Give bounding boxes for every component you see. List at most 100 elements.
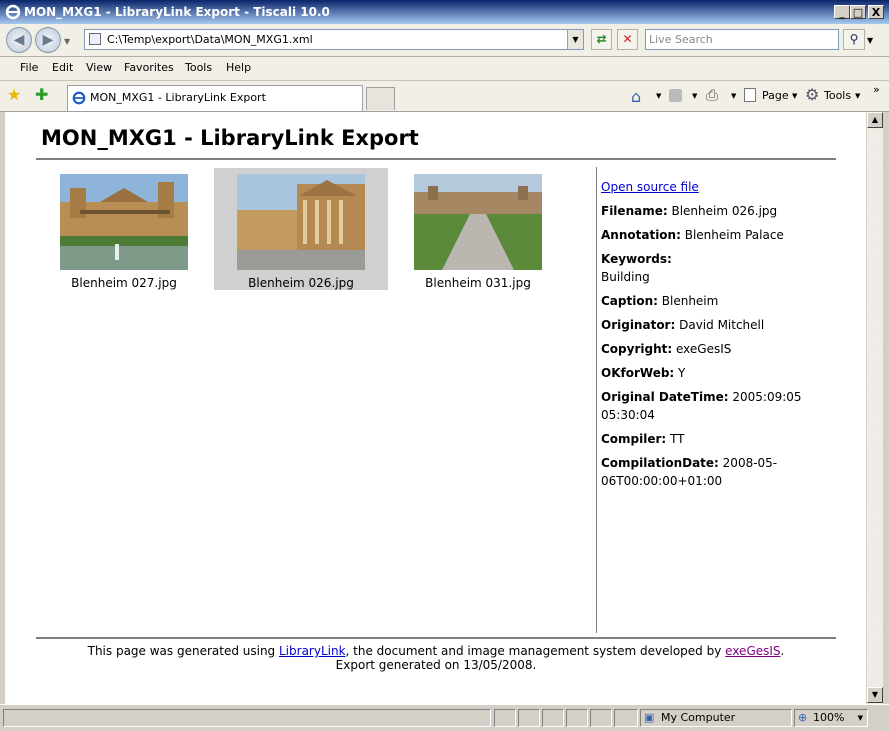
- close-window-button[interactable]: X: [868, 5, 884, 19]
- vertical-scrollbar[interactable]: ▲ ▼: [866, 112, 883, 704]
- menu-edit[interactable]: Edit: [52, 61, 73, 74]
- blenheim-031-image[interactable]: [414, 174, 542, 270]
- status-bar: ▣ My Computer ⊕ 100% ▼: [0, 704, 889, 731]
- okforweb-label: OKforWeb:: [601, 366, 675, 380]
- page-menu-button[interactable]: Page: [762, 89, 789, 102]
- exegesis-link[interactable]: exeGesIS: [725, 644, 780, 658]
- minimize-button[interactable]: _: [834, 5, 850, 19]
- stop-button[interactable]: ✕: [617, 29, 638, 50]
- print-icon[interactable]: ⎙: [706, 86, 718, 104]
- footer-text-before: This page was generated using: [87, 644, 279, 658]
- blenheim-026-image[interactable]: [237, 174, 365, 270]
- search-button[interactable]: ⚲: [843, 29, 865, 50]
- scroll-down-icon[interactable]: ▼: [867, 687, 883, 703]
- menu-bar: File Edit View Favorites Tools Help: [0, 57, 889, 81]
- zoom-icon: ⊕: [798, 711, 808, 724]
- tab-title: MON_MXG1 - LibraryLink Export: [90, 91, 266, 104]
- status-cell: [518, 709, 540, 727]
- forward-button[interactable]: ▶: [35, 27, 61, 53]
- page-dropdown-icon[interactable]: ▼: [792, 92, 797, 100]
- page-footer: This page was generated using LibraryLin…: [36, 644, 836, 672]
- address-url: C:\Temp\export\Data\MON_MXG1.xml: [107, 33, 313, 46]
- search-options-icon[interactable]: ▼: [867, 36, 873, 45]
- gear-icon: ⚙: [805, 85, 820, 104]
- librarylink-link[interactable]: LibraryLink: [279, 644, 346, 658]
- thumbnail-item-selected[interactable]: Blenheim 026.jpg: [214, 168, 388, 290]
- originator-label: Originator:: [601, 318, 676, 332]
- filename-label: Filename:: [601, 204, 668, 218]
- page-content: MON_MXG1 - LibraryLink Export Blenheim 0…: [5, 112, 866, 704]
- menu-file[interactable]: File: [20, 61, 38, 74]
- new-tab-button[interactable]: [366, 87, 395, 110]
- address-dropdown-icon[interactable]: ▼: [567, 30, 583, 49]
- status-cell: [614, 709, 638, 727]
- menu-view[interactable]: View: [86, 61, 112, 74]
- annotation-label: Annotation:: [601, 228, 681, 242]
- feeds-dropdown-icon[interactable]: ▼: [692, 92, 697, 100]
- datetime-label: Original DateTime:: [601, 390, 729, 404]
- details-panel: Open source file Filename: Blenheim 026.…: [601, 178, 851, 496]
- feeds-icon[interactable]: [669, 89, 682, 102]
- refresh-icon: ⇄: [596, 32, 607, 46]
- scroll-track[interactable]: [867, 129, 883, 687]
- tab-current[interactable]: MON_MXG1 - LibraryLink Export: [67, 85, 363, 111]
- caption-label: Caption:: [601, 294, 658, 308]
- menu-tools[interactable]: Tools: [185, 61, 212, 74]
- export-date-text: Export generated on 13/05/2008.: [335, 658, 537, 672]
- history-dropdown-icon[interactable]: ▼: [64, 37, 70, 46]
- thumbnail-caption[interactable]: Blenheim 031.jpg: [391, 276, 565, 290]
- home-icon[interactable]: ⌂: [631, 87, 641, 106]
- copyright-value: exeGesIS: [676, 342, 732, 356]
- compilation-date-label: CompilationDate:: [601, 456, 719, 470]
- stop-icon: ✕: [622, 32, 633, 46]
- ie-tab-icon: [72, 91, 86, 105]
- refresh-button[interactable]: ⇄: [591, 29, 612, 50]
- address-toolbar: ◀ ▶ ▼ C:\Temp\export\Data\MON_MXG1.xml ▼…: [0, 24, 889, 57]
- thumbnail-caption[interactable]: Blenheim 026.jpg: [214, 276, 388, 290]
- keywords-value: Building: [601, 270, 650, 284]
- thumbnail-caption[interactable]: Blenheim 027.jpg: [37, 276, 211, 290]
- copyright-label: Copyright:: [601, 342, 673, 356]
- footer-text-after: .: [780, 644, 785, 658]
- okforweb-value: Y: [678, 366, 686, 380]
- keywords-label: Keywords:: [601, 252, 672, 266]
- thumbnail-item[interactable]: Blenheim 027.jpg: [37, 168, 211, 290]
- favorites-star-icon[interactable]: ★: [7, 85, 21, 104]
- security-zone[interactable]: ▣ My Computer: [640, 709, 792, 727]
- tab-bar: ★ ✚ MON_MXG1 - LibraryLink Export ⌂ ▼ ▼ …: [0, 81, 889, 112]
- back-arrow-icon: ◀: [13, 32, 25, 48]
- menu-favorites[interactable]: Favorites: [124, 61, 174, 74]
- zone-label: My Computer: [661, 711, 736, 724]
- caption-value: Blenheim: [661, 294, 719, 308]
- status-cell: [566, 709, 588, 727]
- blenheim-027-image[interactable]: [60, 174, 188, 270]
- footer-divider: [36, 637, 836, 639]
- compiler-label: Compiler:: [601, 432, 667, 446]
- zoom-dropdown-icon[interactable]: ▼: [858, 710, 863, 726]
- zoom-level: 100%: [813, 711, 845, 724]
- originator-value: David Mitchell: [679, 318, 765, 332]
- annotation-value: Blenheim Palace: [684, 228, 784, 242]
- address-field[interactable]: C:\Temp\export\Data\MON_MXG1.xml ▼: [84, 29, 584, 50]
- tools-dropdown-icon[interactable]: ▼: [855, 92, 860, 100]
- chevron-more-icon[interactable]: »: [873, 83, 880, 96]
- page-menu-icon: [744, 88, 756, 102]
- open-source-file-link[interactable]: Open source file: [601, 180, 699, 194]
- zoom-control[interactable]: ⊕ 100% ▼: [794, 709, 868, 727]
- filename-value: Blenheim 026.jpg: [671, 204, 778, 218]
- back-button[interactable]: ◀: [6, 27, 32, 53]
- home-dropdown-icon[interactable]: ▼: [656, 92, 661, 100]
- page-icon: [89, 33, 101, 45]
- add-favorite-icon[interactable]: ✚: [35, 85, 48, 104]
- scroll-up-icon[interactable]: ▲: [867, 112, 883, 128]
- window-title: MON_MXG1 - LibraryLink Export - Tiscali …: [24, 5, 330, 19]
- search-input[interactable]: Live Search: [645, 29, 839, 50]
- maximize-button[interactable]: □: [850, 5, 866, 19]
- tools-menu-button[interactable]: Tools: [824, 89, 851, 102]
- print-dropdown-icon[interactable]: ▼: [731, 92, 736, 100]
- menu-help[interactable]: Help: [226, 61, 251, 74]
- header-divider: [36, 158, 836, 160]
- thumbnail-item[interactable]: Blenheim 031.jpg: [391, 168, 565, 290]
- window-frame-right: [883, 112, 889, 704]
- forward-arrow-icon: ▶: [42, 32, 54, 48]
